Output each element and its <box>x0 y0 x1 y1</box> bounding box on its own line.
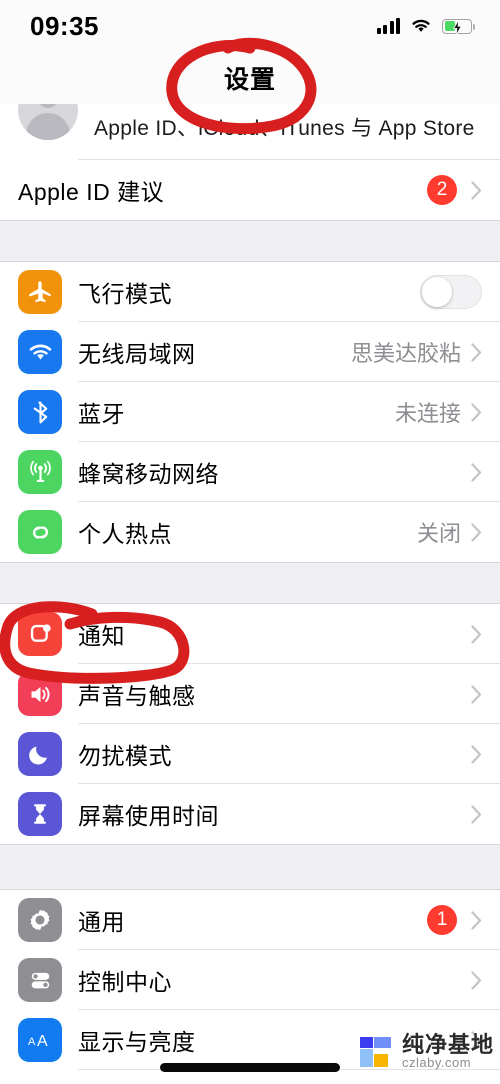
watermark-logo-icon <box>358 1034 394 1070</box>
section-gap <box>0 844 500 890</box>
wifi-icon <box>412 19 430 32</box>
settings-row-screen-time[interactable]: 屏幕使用时间 <box>0 784 500 844</box>
settings-list[interactable]: Apple ID、iCloud、iTunes 与 App Store Apple… <box>0 104 500 1070</box>
settings-row-general[interactable]: 通用 1 <box>0 890 500 950</box>
apple-id-header-row[interactable]: Apple ID、iCloud、iTunes 与 App Store <box>0 104 500 160</box>
row-label: 蓝牙 <box>78 401 125 427</box>
battery-charging-icon <box>442 18 475 35</box>
row-label: 通用 <box>78 909 125 935</box>
chevron-right-icon <box>471 522 482 542</box>
group-suggestions: Apple ID 建议 2 <box>0 160 500 220</box>
settings-screen: 09:35 设置 Apple ID、iCloud、iTunes 与 App St… <box>0 0 500 1084</box>
chevron-right-icon <box>471 180 482 200</box>
svg-text:A: A <box>28 1036 36 1048</box>
svg-text:A: A <box>37 1033 48 1050</box>
hotspot-link-icon <box>18 510 62 554</box>
home-indicator <box>160 1063 340 1072</box>
status-bar: 09:35 <box>0 0 500 52</box>
chevron-right-icon <box>471 744 482 764</box>
airplane-icon <box>18 270 62 314</box>
row-label: 通知 <box>78 623 125 649</box>
notification-badge-icon <box>18 612 62 656</box>
speaker-icon <box>18 672 62 716</box>
settings-row-control-center[interactable]: 控制中心 <box>0 950 500 1010</box>
row-value: 未连接 <box>394 401 461 426</box>
watermark-url: czlaby.com <box>401 1055 472 1071</box>
apple-id-subtitle: Apple ID、iCloud、iTunes 与 App Store <box>94 117 475 140</box>
navigation-bar: 设置 <box>0 52 500 104</box>
chevron-right-icon <box>471 624 482 644</box>
row-label: 蜂窝移动网络 <box>78 461 219 487</box>
gear-icon <box>18 898 62 942</box>
bluetooth-icon <box>18 390 62 434</box>
chevron-right-icon <box>471 804 482 824</box>
row-label: 无线局域网 <box>78 341 196 367</box>
settings-row-bluetooth[interactable]: 蓝牙 未连接 <box>0 382 500 442</box>
status-bar-time: 09:35 <box>30 10 99 41</box>
section-gap <box>0 220 500 262</box>
row-label: 屏幕使用时间 <box>78 803 219 829</box>
lightning-bolt-icon <box>453 19 462 35</box>
hourglass-icon <box>18 792 62 836</box>
chevron-right-icon <box>471 970 482 990</box>
settings-row-airplane-mode[interactable]: 飞行模式 <box>0 262 500 322</box>
page-title: 设置 <box>223 66 276 94</box>
status-badge: 1 <box>427 905 457 935</box>
watermark: 纯净基地 czlaby.com <box>358 1033 494 1070</box>
status-bar-indicators <box>376 18 475 35</box>
settings-row-do-not-disturb[interactable]: 勿扰模式 <box>0 724 500 784</box>
chevron-right-icon <box>471 462 482 482</box>
row-label: Apple ID 建议 <box>18 179 165 205</box>
text-size-aa-icon: A A <box>18 1018 62 1062</box>
cellular-antenna-icon <box>18 450 62 494</box>
row-label: 个人热点 <box>78 521 172 547</box>
row-label: 控制中心 <box>78 969 172 995</box>
watermark-name: 纯净基地 <box>401 1032 494 1058</box>
section-gap <box>0 562 500 604</box>
row-label: 勿扰模式 <box>78 743 172 769</box>
group-alerts: 通知 声音与触感 勿扰模式 屏幕使用时间 <box>0 604 500 844</box>
avatar <box>18 104 78 140</box>
control-center-icon <box>18 958 62 1002</box>
settings-row-sounds-haptics[interactable]: 声音与触感 <box>0 664 500 724</box>
watermark-text: 纯净基地 czlaby.com <box>402 1033 494 1070</box>
settings-row-notifications[interactable]: 通知 <box>0 604 500 664</box>
cellular-signal-icon <box>376 18 400 34</box>
chevron-right-icon <box>471 342 482 362</box>
moon-icon <box>18 732 62 776</box>
settings-row-cellular[interactable]: 蜂窝移动网络 <box>0 442 500 502</box>
settings-row-personal-hotspot[interactable]: 个人热点 关闭 <box>0 502 500 562</box>
row-value: 关闭 <box>416 521 461 546</box>
wifi-icon <box>18 330 62 374</box>
row-label: 声音与触感 <box>78 683 196 709</box>
chevron-right-icon <box>471 684 482 704</box>
airplane-mode-toggle[interactable] <box>420 275 482 309</box>
row-value: 思美达胶粘 <box>350 341 461 366</box>
group-connectivity: 飞行模式 无线局域网 思美达胶粘 蓝牙 未连接 蜂窝移动网络 个人热点 关闭 <box>0 262 500 562</box>
status-badge: 2 <box>427 175 457 205</box>
chevron-right-icon <box>471 402 482 422</box>
chevron-right-icon <box>471 910 482 930</box>
settings-row-apple-id-suggestions[interactable]: Apple ID 建议 2 <box>0 160 500 220</box>
row-label: 飞行模式 <box>78 281 172 307</box>
settings-row-wifi[interactable]: 无线局域网 思美达胶粘 <box>0 322 500 382</box>
